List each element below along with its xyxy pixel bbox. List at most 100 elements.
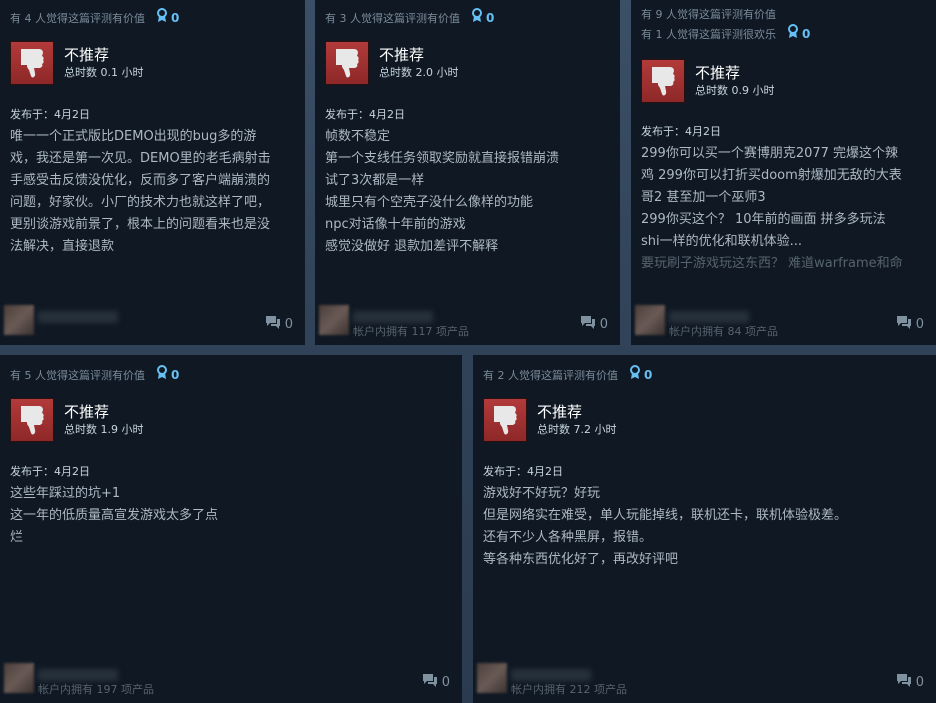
award-icon [788,24,802,43]
avatar[interactable] [319,305,349,335]
award-count: 0 [802,26,811,41]
helpful-info: 有 2 人觉得这篇评测有价值 0 [483,365,652,385]
username-blurred[interactable] [353,311,433,323]
avatar[interactable] [477,663,507,693]
review-line: 299你买这个？ 10年前的画面 拼多多玩法 [641,212,886,227]
helpful-info: 有 5 人觉得这篇评测有价值 0 [10,365,179,385]
review-line: shi一样的优化和联机体验... [641,234,803,249]
review-line: 感觉没做好 退款加差评不解释 [325,239,499,254]
playtime-hours: 总时数 1.9 小时 [64,423,144,436]
review-card: 有 5 人觉得这篇评测有价值 0 不推荐总时数 1.9 小时发布于：4月2日这些年踩… [0,355,462,703]
review-body: 这些年踩过的坑+1 这一年的低质量高宣发游戏太多了点烂 [10,483,454,549]
avatar[interactable] [4,663,34,693]
award-count: 0 [644,367,653,382]
review-line: 戏，我还是第一次见。DEMO里的老毛病射击 [10,151,271,166]
review-line: 还有不少人各种黑屏，报错。 [483,530,653,545]
comments-button[interactable]: 0 [265,315,293,333]
award-count: 0 [486,10,495,25]
avatar[interactable] [4,305,34,335]
review-verdict[interactable]: 不推荐总时数 2.0 小时 [325,40,459,86]
username-blurred[interactable] [38,311,118,323]
playtime-hours: 总时数 2.0 小时 [379,66,459,79]
review-card: 有 9 人觉得这篇评测有价值有 1 人觉得这篇评测很欢乐 0 不推荐总时数 0.9 … [631,0,936,345]
comment-count: 0 [599,316,608,332]
award-icon [157,365,171,384]
review-body: 唯一一个正式版比DEMO出现的bug多的游 戏，我还是第一次见。DEMO里的老毛病… [10,126,297,258]
helpful-info: 有 4 人觉得这篇评测有价值 0 [10,8,179,28]
funny-count-text: 有 1 人觉得这篇评测很欢乐 [641,28,776,41]
posted-date: 发布于：4月2日 [10,108,90,121]
review-line: 法解决，直接退款 [10,239,115,254]
verdict-title: 不推荐 [379,46,425,64]
posted-date: 发布于：4月2日 [325,108,405,121]
review-footer: 帐户内拥有 212 项产品 0 [473,659,936,703]
review-verdict[interactable]: 不推荐总时数 0.9 小时 [641,58,775,104]
review-line: 第一个支线任务领取奖励就直接报错崩溃 [325,151,560,166]
helpful-info: 有 3 人觉得这篇评测有价值 0 [325,8,494,28]
products-owned: 帐户内拥有 212 项产品 [511,683,627,696]
verdict-title: 不推荐 [695,64,741,82]
comment-icon [580,315,600,333]
comment-count: 0 [915,316,924,332]
comments-button[interactable]: 0 [580,315,608,333]
review-line: 更别谈游戏前景了，根本上的问题看来也是没 [10,217,271,232]
award-icon [472,8,486,27]
review-line: 哥2 甚至加一个巫师3 [641,190,766,205]
award-button[interactable]: 0 [630,365,652,384]
products-owned: 帐户内拥有 197 项产品 [38,683,154,696]
review-footer: 0 [0,301,305,345]
posted-date: 发布于：4月2日 [10,465,90,478]
award-button[interactable]: 0 [788,24,810,43]
review-body: 游戏好不好玩？好玩 但是网络实在难受，单人玩能掉线，联机还卡，联机体验极差。 还有不… [483,483,928,571]
comment-count: 0 [284,316,293,332]
review-footer: 帐户内拥有 117 项产品 0 [315,301,620,345]
username-blurred[interactable] [511,669,591,681]
thumbs-down-icon [10,398,54,442]
review-line: 问题，好家伙。小厂的技术力也就这样了吧， [10,195,271,210]
review-line: 城里只有个空壳子没什么像样的功能 [325,195,534,210]
review-card: 有 3 人觉得这篇评测有价值 0 不推荐总时数 2.0 小时发布于：4月2日 帧数不稳… [315,0,620,345]
review-line: 帧数不稳定 [325,129,391,144]
helpful-count-text: 有 5 人觉得这篇评测有价值 [10,369,145,382]
award-count: 0 [171,367,180,382]
review-body: 299你可以买一个赛博朋克2077 完爆这个辣鸡 299你可以打折买doom射爆… [641,143,928,275]
review-line: 游戏好不好玩？好玩 [483,486,601,501]
review-verdict[interactable]: 不推荐总时数 1.9 小时 [10,397,144,443]
comment-icon [422,673,442,691]
comments-button[interactable]: 0 [896,315,924,333]
helpful-info: 有 9 人觉得这篇评测有价值有 1 人觉得这篇评测很欢乐 0 [641,6,810,44]
thumbs-down-icon [10,41,54,85]
review-line: 烂 [10,530,24,545]
review-line: 鸡 299你可以打折买doom射爆加无敌的大表 [641,168,902,183]
comments-button[interactable]: 0 [896,673,924,691]
helpful-count-text: 有 2 人觉得这篇评测有价值 [483,369,618,382]
helpful-count-text: 有 9 人觉得这篇评测有价值 [641,8,776,21]
avatar[interactable] [635,305,665,335]
review-verdict[interactable]: 不推荐 总时数 0.1 小时 [10,40,144,86]
verdict-title: 不推荐 [64,403,110,421]
username-blurred[interactable] [38,669,118,681]
award-icon [157,8,171,27]
review-card: 有 4 人觉得这篇评测有价值 0 不推荐 总时数 0.1 小时发布于：4月2日唯一一个… [0,0,305,345]
posted-date: 发布于：4月2日 [641,125,721,138]
award-button[interactable]: 0 [157,365,179,384]
helpful-count-text: 有 3 人觉得这篇评测有价值 [325,12,460,25]
award-button[interactable]: 0 [472,8,494,27]
award-count: 0 [171,10,180,25]
thumbs-down-icon [483,398,527,442]
review-body: 帧数不稳定 第一个支线任务领取奖励就直接报错崩溃 试了3次都是一样 城里只有个空壳子没… [325,126,612,258]
comments-button[interactable]: 0 [422,673,450,691]
review-line: 等各种东西优化好了，再改好评吧 [483,552,679,567]
verdict-title: 不推荐 [64,46,110,64]
review-footer: 帐户内拥有 84 项产品 0 [631,301,936,345]
comment-icon [896,315,916,333]
playtime-hours: 总时数 0.9 小时 [695,84,775,97]
review-card: 有 2 人觉得这篇评测有价值 0 不推荐 总时数 7.2 小时 发布于：4月2日 游戏好不… [473,355,936,703]
username-blurred[interactable] [669,311,749,323]
review-line: 手感受击反馈没优化，反而多了客户端崩溃的 [10,173,271,188]
award-button[interactable]: 0 [157,8,179,27]
review-line: 这一年的低质量高宣发游戏太多了点 [10,508,219,523]
review-verdict[interactable]: 不推荐 总时数 7.2 小时 [483,397,617,443]
thumbs-down-icon [325,41,369,85]
review-line-faded: 要玩刷子游戏玩这东西？ 难道warframe和命 [641,256,903,271]
